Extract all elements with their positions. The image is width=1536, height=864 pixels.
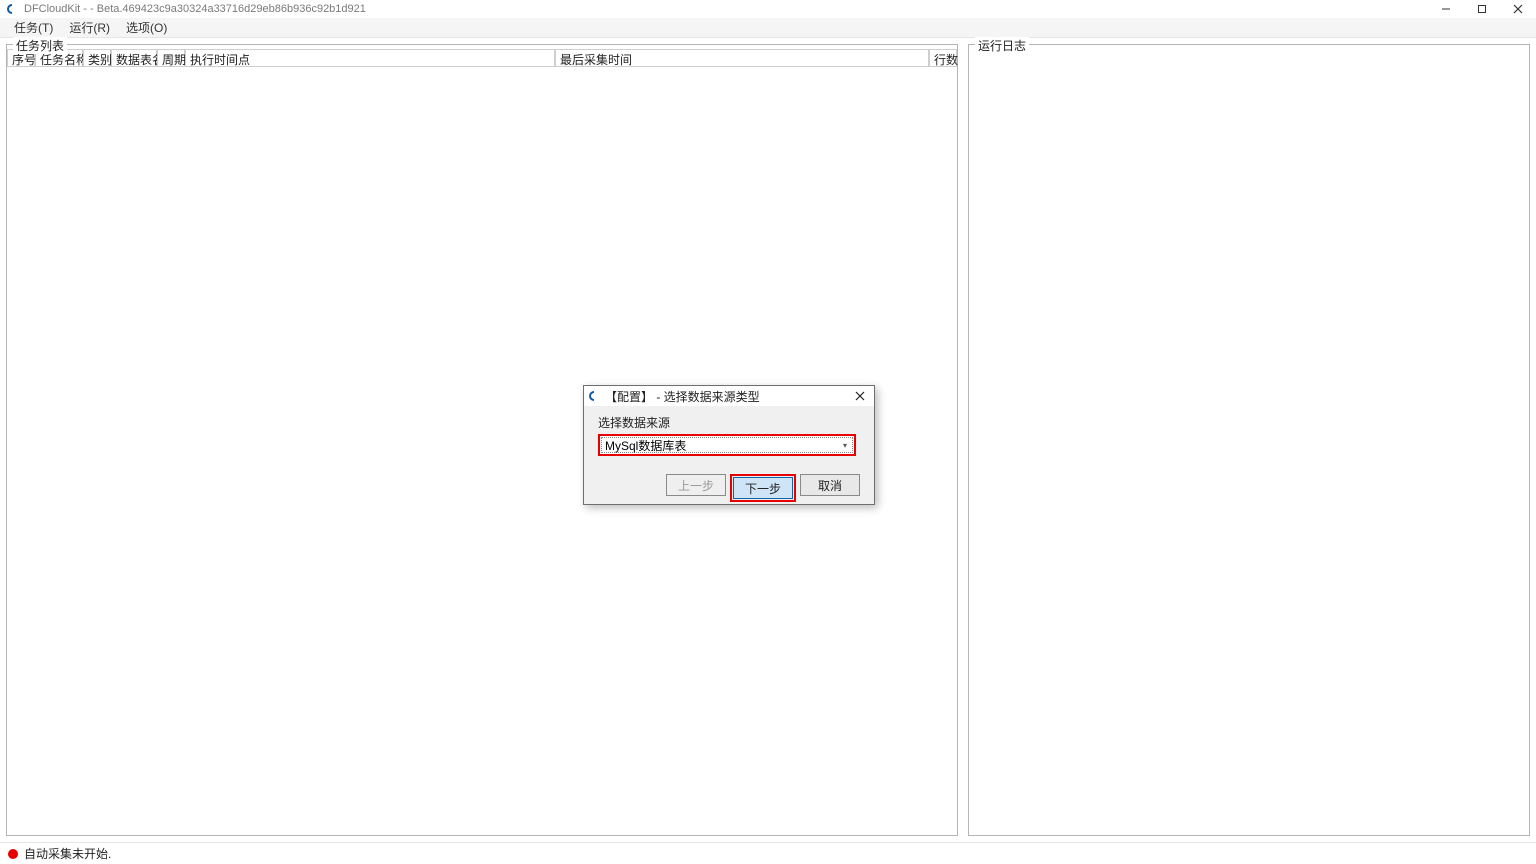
col-exec-time[interactable]: 执行时间点 xyxy=(185,49,555,67)
col-data-table[interactable]: 数据表名 xyxy=(111,49,157,67)
menu-run[interactable]: 运行(R) xyxy=(61,17,118,38)
close-button[interactable] xyxy=(1500,0,1536,18)
next-button[interactable]: 下一步 xyxy=(733,477,793,499)
task-table-header: 序号 任务名称 类别 数据表名 周期 执行时间点 最后采集时间 行数 xyxy=(7,49,957,67)
log-label: 运行日志 xyxy=(975,37,1029,54)
window-controls xyxy=(1428,0,1536,18)
window-title-bar: DFCloudKit - - Beta.469423c9a30324a33716… xyxy=(0,0,1536,18)
menu-bar: 任务(T) 运行(R) 选项(O) xyxy=(0,18,1536,38)
data-source-select-highlight: MySql数据库表 ▾ xyxy=(598,434,856,456)
next-button-highlight: 下一步 xyxy=(730,474,796,502)
data-source-selected: MySql数据库表 xyxy=(605,437,686,454)
minimize-button[interactable] xyxy=(1428,0,1464,18)
workspace: 任务列表 序号 任务名称 类别 数据表名 周期 执行时间点 最后采集时间 行数 … xyxy=(0,38,1536,842)
dialog-title-bar: 【配置】 - 选择数据来源类型 xyxy=(584,386,874,406)
col-cycle[interactable]: 周期 xyxy=(157,49,185,67)
dialog-close-button[interactable] xyxy=(850,386,870,406)
status-text: 自动采集未开始. xyxy=(24,845,111,862)
config-dialog: 【配置】 - 选择数据来源类型 选择数据来源 MySql数据库表 ▾ 上一步 下… xyxy=(583,385,875,505)
status-indicator-icon xyxy=(8,849,18,859)
maximize-button[interactable] xyxy=(1464,0,1500,18)
window-title: DFCloudKit - - Beta.469423c9a30324a33716… xyxy=(24,3,1428,15)
app-icon xyxy=(6,3,18,15)
data-source-select[interactable]: MySql数据库表 ▾ xyxy=(601,437,853,453)
col-rows[interactable]: 行数 xyxy=(929,49,957,67)
cancel-button[interactable]: 取消 xyxy=(800,474,860,496)
menu-tasks[interactable]: 任务(T) xyxy=(6,17,61,38)
col-category[interactable]: 类别 xyxy=(83,49,111,67)
task-list-label: 任务列表 xyxy=(13,37,67,54)
chevron-down-icon: ▾ xyxy=(843,441,849,450)
dialog-title: 【配置】 - 选择数据来源类型 xyxy=(605,388,850,405)
prev-button[interactable]: 上一步 xyxy=(666,474,726,496)
menu-options[interactable]: 选项(O) xyxy=(118,17,175,38)
status-bar: 自动采集未开始. xyxy=(0,842,1536,864)
data-source-label: 选择数据来源 xyxy=(598,414,860,431)
dialog-buttons: 上一步 下一步 取消 xyxy=(598,474,860,502)
log-panel: 运行日志 xyxy=(968,44,1530,836)
col-last-collect[interactable]: 最后采集时间 xyxy=(555,49,929,67)
dialog-app-icon xyxy=(588,390,600,402)
dialog-body: 选择数据来源 MySql数据库表 ▾ 上一步 下一步 取消 xyxy=(584,406,874,508)
